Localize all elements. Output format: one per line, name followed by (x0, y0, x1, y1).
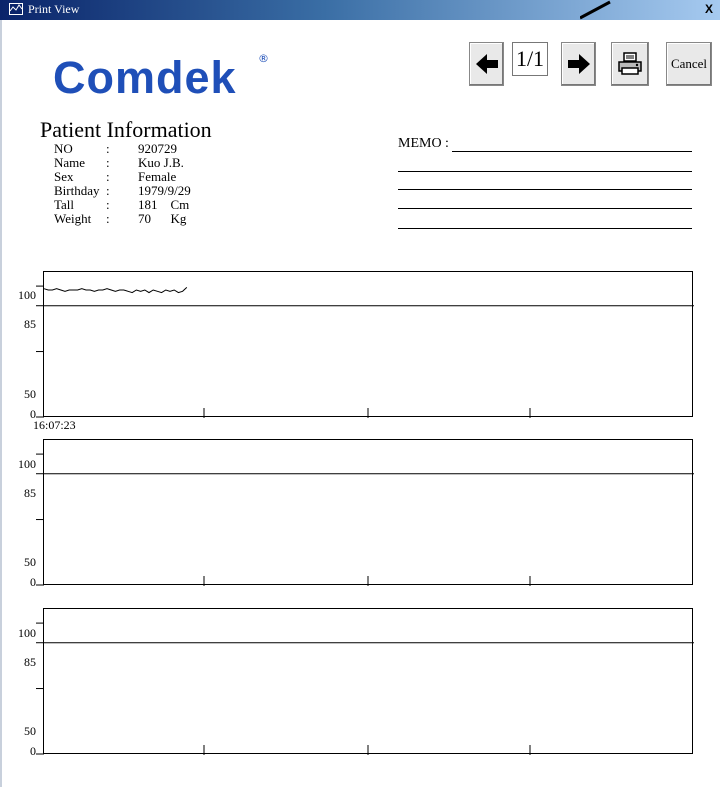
memo-line (398, 171, 692, 172)
y-tick-label: 100 (18, 288, 36, 302)
y-tick-label: 50 (24, 555, 36, 569)
next-page-button[interactable] (561, 42, 596, 86)
trend-chart-2 (36, 453, 694, 586)
field-label: Weight (54, 211, 92, 226)
y-tick-label: 50 (24, 724, 36, 738)
field-value: Female (138, 169, 177, 184)
window-close-button[interactable]: X (702, 3, 716, 17)
field-label: Tall (54, 197, 75, 212)
comdek-logo: Comdek (53, 52, 237, 103)
chart-panel-3 (36, 608, 694, 755)
chart-start-time: 16:07:23 (33, 418, 76, 432)
field-value: 70 Kg (138, 211, 187, 226)
memo-line (398, 189, 692, 190)
memo-line (398, 208, 692, 209)
y-tick-label: 0 (30, 744, 36, 758)
window-app-icon (9, 3, 23, 15)
field-colon: : (106, 155, 110, 170)
trend-chart-3 (36, 622, 694, 755)
page-indicator: 1/1 (512, 42, 548, 76)
patient-info-heading: Patient Information (40, 117, 212, 142)
y-tick-label: 100 (18, 457, 36, 471)
previous-page-button[interactable] (469, 42, 504, 86)
cancel-button[interactable]: Cancel (666, 42, 712, 86)
field-value: 181 Cm (138, 197, 190, 212)
chart-panel-2 (36, 439, 694, 586)
field-value: 1979/9/29 (138, 183, 191, 198)
y-tick-label: 85 (24, 486, 36, 500)
print-button[interactable] (611, 42, 649, 86)
field-colon: : (106, 169, 110, 184)
arrow-right-icon (567, 54, 590, 74)
registered-mark: ® (258, 52, 269, 65)
field-colon: : (106, 211, 110, 226)
trend-chart-1 (36, 285, 694, 418)
field-value: Kuo J.B. (138, 155, 184, 170)
field-label: Name (54, 155, 86, 170)
field-value: 920729 (138, 141, 177, 156)
field-label: Birthday (54, 183, 100, 198)
y-tick-label: 0 (30, 575, 36, 589)
data-series-line (43, 287, 188, 294)
field-colon: : (106, 183, 110, 198)
printer-icon (618, 52, 642, 75)
chart-panel-1 (36, 271, 694, 418)
window-left-border (0, 20, 2, 787)
field-label: Sex (54, 169, 74, 184)
y-tick-label: 85 (24, 655, 36, 669)
field-colon: : (106, 197, 110, 212)
memo-line (398, 228, 692, 229)
memo-line (452, 151, 692, 152)
y-tick-label: 85 (24, 317, 36, 331)
arrow-left-icon (475, 54, 498, 74)
window-titlebar: Print View X (0, 0, 720, 20)
y-tick-label: 50 (24, 387, 36, 401)
titlebar-decoration (580, 0, 611, 20)
window-title: Print View (28, 2, 80, 16)
y-tick-label: 100 (18, 626, 36, 640)
field-colon: : (106, 141, 110, 156)
memo-label: MEMO : (398, 136, 449, 151)
field-label: NO (54, 141, 73, 156)
